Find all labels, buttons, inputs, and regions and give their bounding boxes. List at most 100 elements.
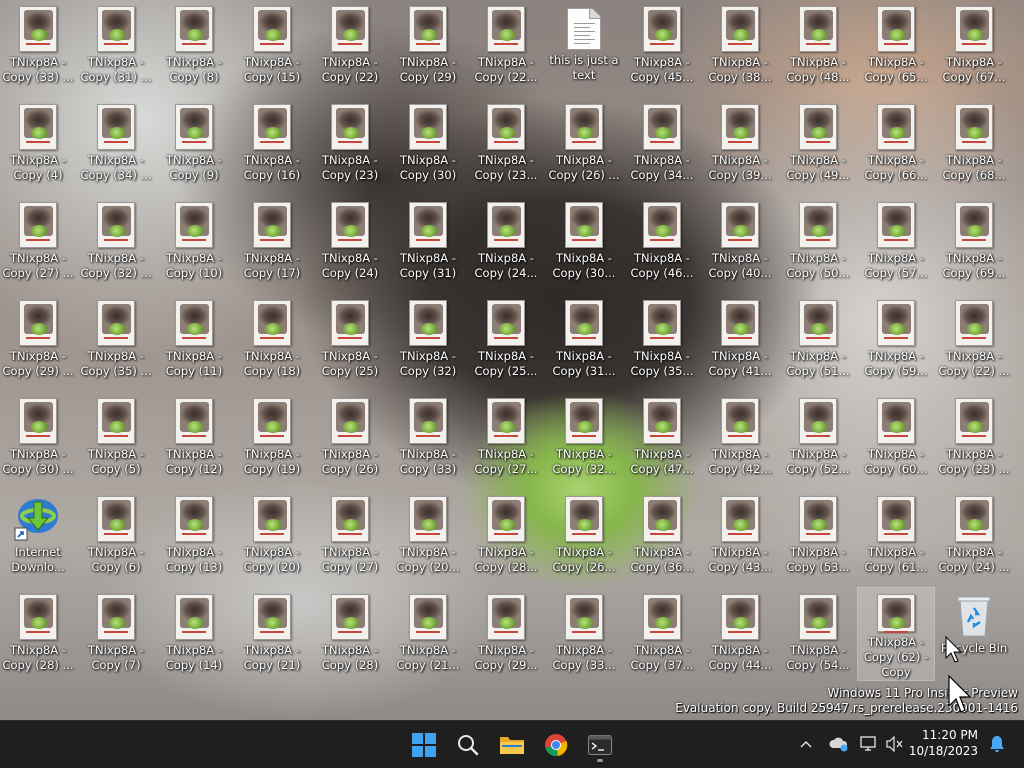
desktop-image-file[interactable]: TNixp8A - Copy (21) [234, 588, 310, 680]
desktop-image-file[interactable]: TNixp8A - Copy (34... [624, 98, 700, 190]
desktop-image-file[interactable]: TNixp8A - Copy (30) [390, 98, 466, 190]
desktop-image-file[interactable]: TNixp8A - Copy (30) ... [0, 392, 76, 484]
desktop-image-file[interactable]: TNixp8A - Copy (42... [702, 392, 778, 484]
desktop-image-file[interactable]: TNixp8A - Copy (26) [312, 392, 388, 484]
desktop-image-file[interactable]: TNixp8A - Copy (50... [780, 196, 856, 288]
desktop-image-file[interactable]: TNixp8A - Copy (66... [858, 98, 934, 190]
desktop-image-file[interactable]: TNixp8A - Copy (23) ... [936, 392, 1012, 484]
chrome-button[interactable] [538, 727, 574, 763]
desktop-image-file[interactable]: TNixp8A - Copy (21... [390, 588, 466, 680]
desktop-text-file[interactable]: this is just a text [546, 0, 622, 92]
desktop-image-file[interactable]: TNixp8A - Copy (48... [780, 0, 856, 92]
desktop-image-file[interactable]: TNixp8A - Copy (28... [468, 490, 544, 582]
terminal-button[interactable] [582, 727, 618, 763]
desktop-image-file[interactable]: TNixp8A - Copy (31... [546, 294, 622, 386]
desktop-image-file[interactable]: TNixp8A - Copy (10) [156, 196, 232, 288]
desktop-idm-shortcut[interactable]: Internet Downlo... [0, 490, 76, 582]
desktop-image-file[interactable]: TNixp8A - Copy (27... [468, 392, 544, 484]
desktop-image-file[interactable]: TNixp8A - Copy (24) ... [936, 490, 1012, 582]
desktop-image-file[interactable]: TNixp8A - Copy (33... [546, 588, 622, 680]
desktop-image-file[interactable]: TNixp8A - Copy (22) ... [936, 294, 1012, 386]
desktop-image-file[interactable]: TNixp8A - Copy (29) ... [0, 294, 76, 386]
desktop-image-file[interactable]: TNixp8A - Copy (5) [78, 392, 154, 484]
desktop-image-file[interactable]: TNixp8A - Copy (25) [312, 294, 388, 386]
desktop-image-file[interactable]: TNixp8A - Copy (65... [858, 0, 934, 92]
desktop-image-file[interactable]: TNixp8A - Copy (33) [390, 392, 466, 484]
desktop-image-file[interactable]: TNixp8A - Copy (7) [78, 588, 154, 680]
desktop-image-file[interactable]: TNixp8A - Copy (35) ... [78, 294, 154, 386]
desktop-image-file[interactable]: TNixp8A - Copy (38... [702, 0, 778, 92]
volume-tray[interactable] [884, 733, 906, 755]
desktop-image-file[interactable]: TNixp8A - Copy (39... [702, 98, 778, 190]
desktop-image-file[interactable]: TNixp8A - Copy (17) [234, 196, 310, 288]
taskbar-clock[interactable]: 11:20 PM 10/18/2023 [909, 727, 978, 759]
desktop-image-file[interactable]: TNixp8A - Copy (60... [858, 392, 934, 484]
desktop-image-file[interactable]: TNixp8A - Copy (53... [780, 490, 856, 582]
desktop-image-file[interactable]: TNixp8A - Copy (35... [624, 294, 700, 386]
desktop-image-file[interactable]: TNixp8A - Copy (12) [156, 392, 232, 484]
desktop-icon-grid[interactable]: TNixp8A - Copy (33) ... TNixp8A - Copy (4… [0, 0, 1024, 720]
desktop-image-file[interactable]: TNixp8A - Copy (49... [780, 98, 856, 190]
desktop-image-file[interactable]: TNixp8A - Copy (18) [234, 294, 310, 386]
desktop-image-file[interactable]: TNixp8A - Copy (16) [234, 98, 310, 190]
desktop-image-file[interactable]: TNixp8A - Copy (32... [546, 392, 622, 484]
desktop-image-file[interactable]: TNixp8A - Copy (26) ... [546, 98, 622, 190]
desktop-image-file[interactable]: TNixp8A - Copy (32) [390, 294, 466, 386]
desktop-image-file[interactable]: TNixp8A - Copy (62) - Copy [857, 587, 935, 681]
desktop-image-file[interactable]: TNixp8A - Copy (20) [234, 490, 310, 582]
desktop-image-file[interactable]: TNixp8A - Copy (14) [156, 588, 232, 680]
desktop-image-file[interactable]: TNixp8A - Copy (31) ... [78, 0, 154, 92]
desktop-image-file[interactable]: TNixp8A - Copy (24) [312, 196, 388, 288]
desktop-image-file[interactable]: TNixp8A - Copy (68... [936, 98, 1012, 190]
desktop-image-file[interactable]: TNixp8A - Copy (27) ... [0, 196, 76, 288]
desktop-image-file[interactable]: TNixp8A - Copy (9) [156, 98, 232, 190]
desktop-image-file[interactable]: TNixp8A - Copy (20... [390, 490, 466, 582]
desktop-image-file[interactable]: TNixp8A - Copy (29... [468, 588, 544, 680]
show-hidden-icons-button[interactable] [795, 733, 817, 755]
desktop-image-file[interactable]: TNixp8A - Copy (27) [312, 490, 388, 582]
desktop-image-file[interactable]: TNixp8A - Copy (43... [702, 490, 778, 582]
desktop-image-file[interactable]: TNixp8A - Copy (31) [390, 196, 466, 288]
desktop-image-file[interactable]: TNixp8A - Copy (24... [468, 196, 544, 288]
desktop-image-file[interactable]: TNixp8A - Copy (8) [156, 0, 232, 92]
desktop-image-file[interactable]: TNixp8A - Copy (4) [0, 98, 76, 190]
desktop-image-file[interactable]: TNixp8A - Copy (54... [780, 588, 856, 680]
desktop-image-file[interactable]: TNixp8A - Copy (67... [936, 0, 1012, 92]
desktop-image-file[interactable]: TNixp8A - Copy (22... [468, 0, 544, 92]
desktop-image-file[interactable]: TNixp8A - Copy (22) [312, 0, 388, 92]
desktop-image-file[interactable]: TNixp8A - Copy (59... [858, 294, 934, 386]
desktop-image-file[interactable]: TNixp8A - Copy (47... [624, 392, 700, 484]
desktop-image-file[interactable]: TNixp8A - Copy (11) [156, 294, 232, 386]
desktop-image-file[interactable]: TNixp8A - Copy (19) [234, 392, 310, 484]
desktop-image-file[interactable]: TNixp8A - Copy (30... [546, 196, 622, 288]
desktop-image-file[interactable]: TNixp8A - Copy (26... [546, 490, 622, 582]
desktop-image-file[interactable]: TNixp8A - Copy (37... [624, 588, 700, 680]
desktop-image-file[interactable]: TNixp8A - Copy (61... [858, 490, 934, 582]
notification-center-button[interactable] [986, 733, 1008, 755]
desktop-image-file[interactable]: TNixp8A - Copy (51... [780, 294, 856, 386]
desktop-image-file[interactable]: TNixp8A - Copy (28) ... [0, 588, 76, 680]
desktop-image-file[interactable]: TNixp8A - Copy (57... [858, 196, 934, 288]
desktop-image-file[interactable]: TNixp8A - Copy (23... [468, 98, 544, 190]
desktop-image-file[interactable]: TNixp8A - Copy (33) ... [0, 0, 76, 92]
desktop-image-file[interactable]: TNixp8A - Copy (28) [312, 588, 388, 680]
file-explorer-button[interactable] [494, 727, 530, 763]
desktop-image-file[interactable]: TNixp8A - Copy (41... [702, 294, 778, 386]
start-button[interactable] [406, 727, 442, 763]
desktop-image-file[interactable]: TNixp8A - Copy (29) [390, 0, 466, 92]
desktop-image-file[interactable]: TNixp8A - Copy (52... [780, 392, 856, 484]
desktop-image-file[interactable]: TNixp8A - Copy (15) [234, 0, 310, 92]
desktop-image-file[interactable]: TNixp8A - Copy (40... [702, 196, 778, 288]
onedrive-tray[interactable] [828, 733, 850, 755]
desktop-image-file[interactable]: TNixp8A - Copy (25... [468, 294, 544, 386]
desktop-image-file[interactable]: TNixp8A - Copy (46... [624, 196, 700, 288]
desktop-image-file[interactable]: TNixp8A - Copy (13) [156, 490, 232, 582]
network-tray[interactable] [858, 733, 880, 755]
desktop-image-file[interactable]: TNixp8A - Copy (6) [78, 490, 154, 582]
desktop-image-file[interactable]: TNixp8A - Copy (23) [312, 98, 388, 190]
desktop-image-file[interactable]: TNixp8A - Copy (34) ... [78, 98, 154, 190]
desktop-image-file[interactable]: TNixp8A - Copy (32) ... [78, 196, 154, 288]
desktop-image-file[interactable]: TNixp8A - Copy (36... [624, 490, 700, 582]
desktop-image-file[interactable]: TNixp8A - Copy (45... [624, 0, 700, 92]
desktop-image-file[interactable]: TNixp8A - Copy (44... [702, 588, 778, 680]
